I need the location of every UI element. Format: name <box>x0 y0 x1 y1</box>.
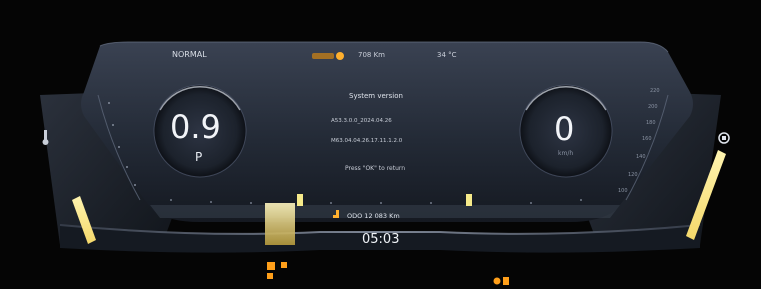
battery-icon <box>718 132 730 144</box>
speed-tick: 180 <box>646 120 656 126</box>
warning-icon <box>267 262 287 279</box>
marker-left <box>297 194 303 206</box>
range-readout: 708 Km <box>358 51 385 59</box>
temperature-readout: 34 °C <box>437 51 457 59</box>
version-line-1: A53.3.0.0_2024.04.26 <box>331 118 392 124</box>
drive-mode: NORMAL <box>172 50 207 59</box>
center-glow-bar <box>265 203 295 245</box>
return-instruction: Press "OK" to return <box>345 165 406 172</box>
speed-tick: 200 <box>648 104 658 110</box>
speed-value: 0 <box>554 110 575 148</box>
status-icons <box>312 52 344 60</box>
speed-unit: km/h <box>558 150 574 157</box>
left-gauge-value: 0.9 <box>170 108 221 146</box>
mode-prefix <box>120 52 123 60</box>
speed-tick: 160 <box>642 136 652 142</box>
version-line-2: M63.04.04.26.17.11.1.2.0 <box>331 138 403 144</box>
clock: 05:03 <box>362 232 400 247</box>
odometer: ODO 12 083 Km <box>347 212 400 220</box>
marker-right <box>466 194 472 206</box>
system-version-title: System version <box>349 92 403 100</box>
gear-indicator: P <box>195 150 203 164</box>
speed-tick: 140 <box>636 154 646 160</box>
speed-tick: 120 <box>628 172 638 178</box>
seatbelt-icon <box>493 277 509 285</box>
speed-tick: 220 <box>650 88 660 94</box>
instrument-cluster: NORMAL 708 Km 34 °C 0.9 P 0 km/h 220 200… <box>0 0 761 289</box>
speed-tick: 100 <box>618 188 628 194</box>
